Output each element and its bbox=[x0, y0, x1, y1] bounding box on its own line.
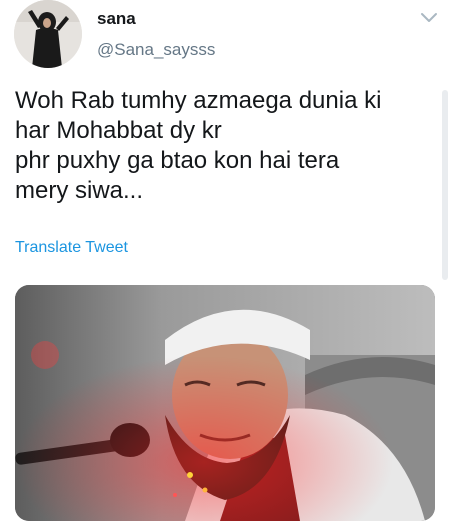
tweet-media-image[interactable] bbox=[15, 285, 435, 521]
translate-tweet-link[interactable]: Translate Tweet bbox=[15, 239, 128, 257]
user-handle[interactable]: @Sana_saysss bbox=[97, 40, 215, 60]
chevron-down-icon[interactable] bbox=[418, 8, 440, 26]
scrollbar[interactable] bbox=[442, 90, 448, 280]
tweet-text-line: phr puxhy ga btao kon hai tera bbox=[15, 147, 340, 174]
display-name[interactable]: sana bbox=[97, 9, 136, 29]
tweet-text-line: Woh Rab tumhy azmaega dunia ki bbox=[15, 87, 382, 114]
avatar[interactable] bbox=[14, 0, 82, 68]
tweet-text: Woh Rab tumhy azmaega dunia ki har Mohab… bbox=[15, 86, 435, 206]
media-photo bbox=[15, 285, 435, 521]
avatar-image bbox=[14, 0, 82, 68]
tweet-text-line: har Mohabbat dy kr bbox=[15, 117, 222, 144]
tweet-card: sana @Sana_saysss Woh Rab tumhy azmaega … bbox=[0, 0, 450, 523]
tweet-text-line: mery siwa... bbox=[15, 177, 144, 204]
